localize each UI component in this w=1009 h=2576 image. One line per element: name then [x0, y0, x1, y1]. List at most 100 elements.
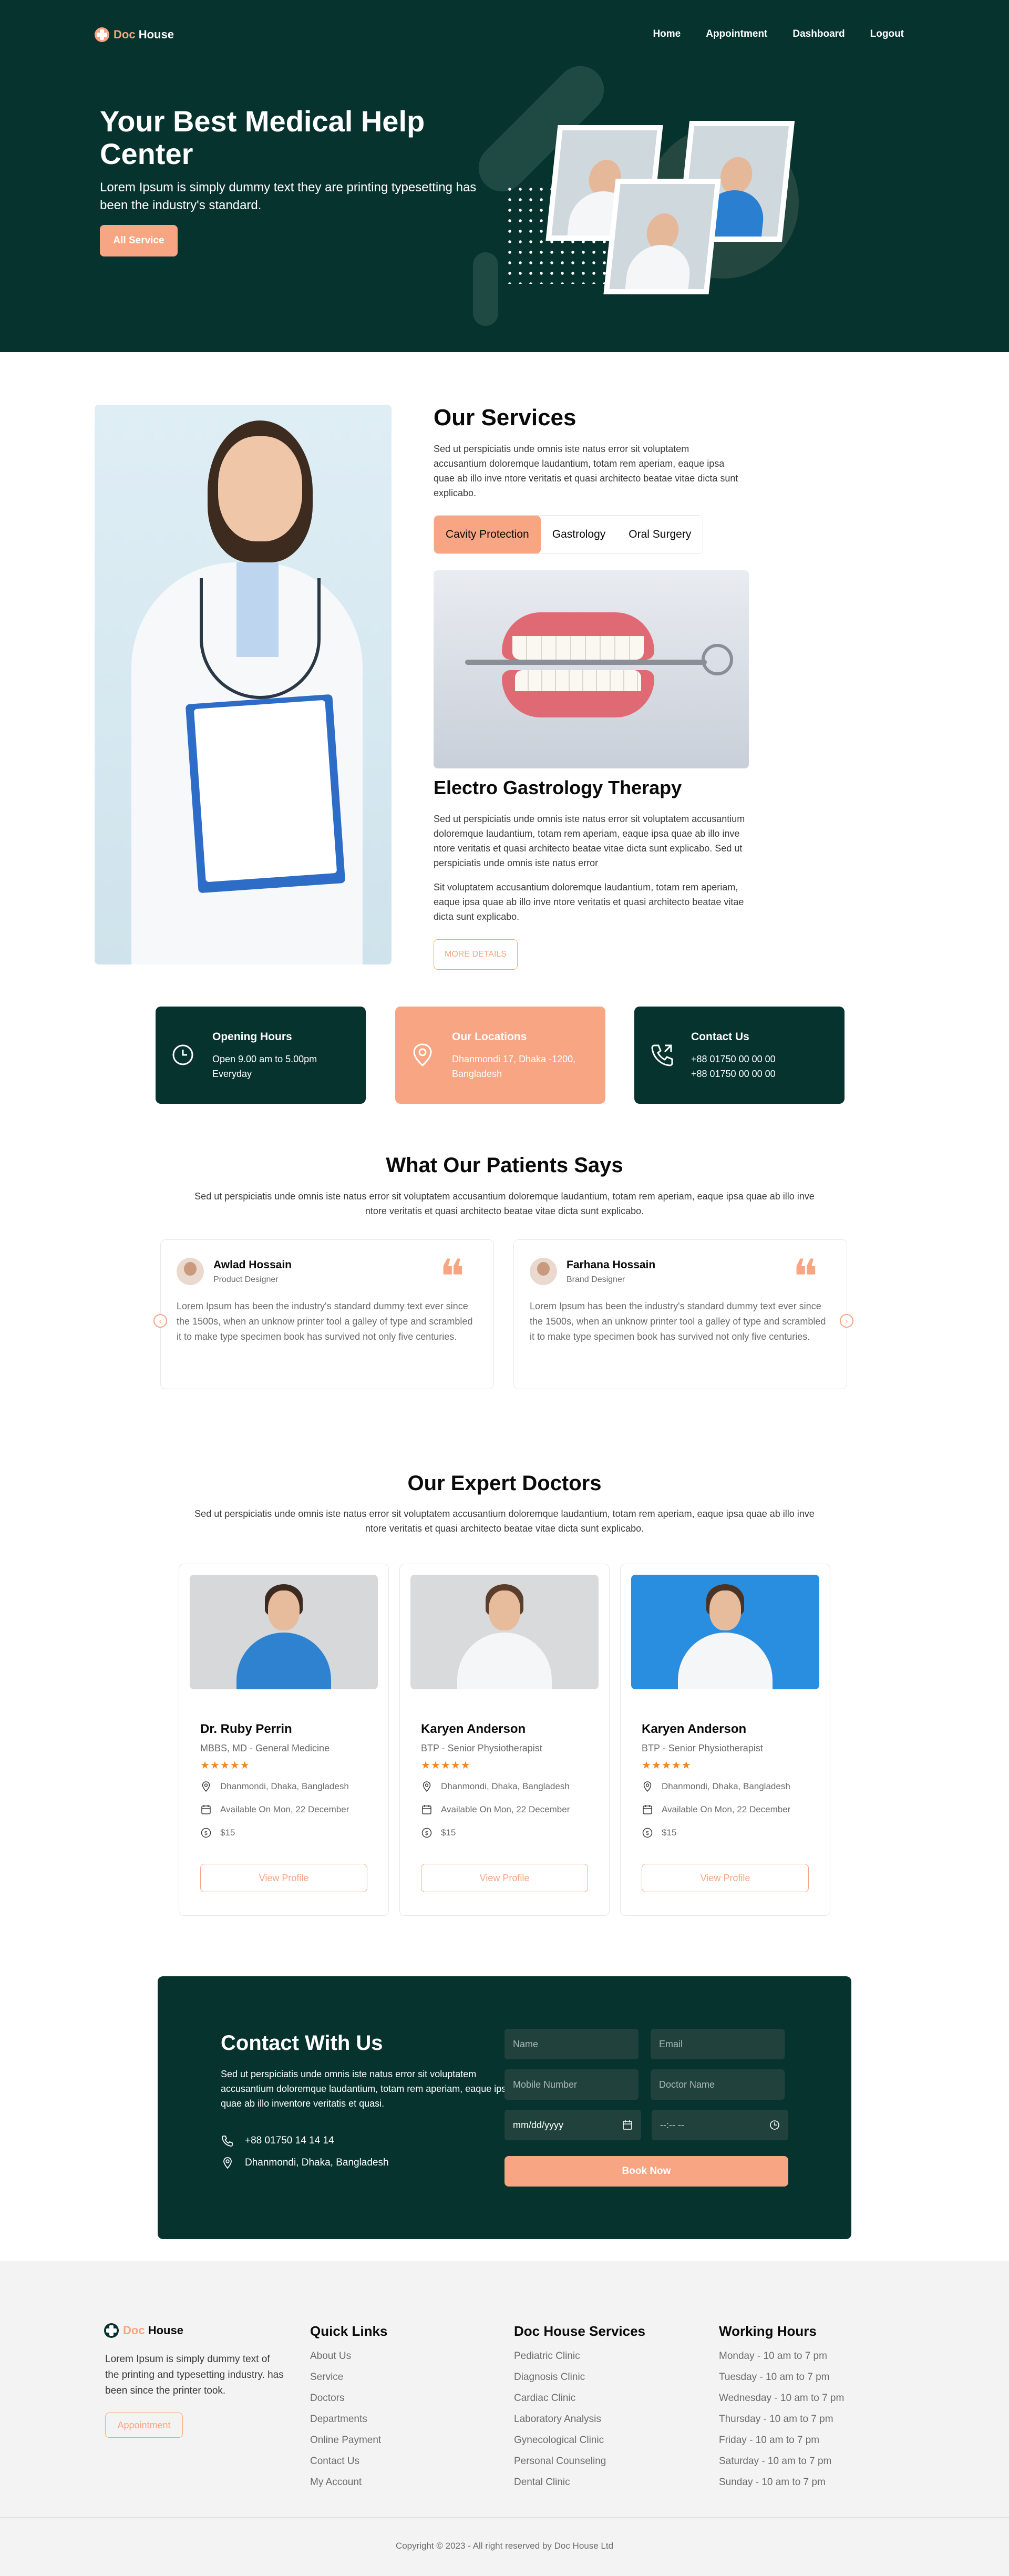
doctor-location: Dhanmondi, Dhaka, Bangladesh	[200, 1781, 379, 1792]
nav-dashboard[interactable]: Dashboard	[792, 28, 845, 40]
view-profile-button[interactable]: View Profile	[421, 1864, 588, 1892]
footer-service-link[interactable]: Laboratory Analysis	[514, 2409, 645, 2430]
availability-text: Available On Mon, 22 December	[662, 1804, 791, 1814]
doctor-location: Dhanmondi, Dhaka, Bangladesh	[421, 1781, 600, 1792]
logo-accent-text: House	[148, 2324, 183, 2337]
avatar	[177, 1258, 204, 1285]
calendar-icon[interactable]	[622, 2120, 633, 2130]
appointment-button[interactable]: Appointment	[105, 2413, 183, 2438]
doctor-photo	[410, 1575, 599, 1689]
footer-logo[interactable]: Doc House	[104, 2323, 183, 2338]
date-input[interactable]: mm/dd/yyyy	[504, 2110, 641, 2140]
rating-stars-icon: ★★★★★	[200, 1760, 250, 1771]
card-title: Contact Us	[691, 1031, 749, 1043]
column-title: Doc House Services	[514, 2323, 646, 2339]
hero-title: Your Best Medical Help Center	[100, 105, 425, 170]
svg-text:$: $	[204, 1830, 208, 1836]
doctor-name-input[interactable]	[651, 2069, 785, 2100]
footer-description: Lorem Ipsum is simply dummy text of the …	[105, 2354, 284, 2396]
hours-item: Friday - 10 am to 7 pm	[719, 2435, 820, 2446]
contact-section: Contact With Us Sed ut perspiciatis unde…	[158, 1976, 851, 2239]
footer-link-account[interactable]: My Account	[310, 2472, 387, 2493]
nav-appointment[interactable]: Appointment	[706, 28, 767, 40]
footer-service-link[interactable]: Cardiac Clinic	[514, 2388, 645, 2409]
doctor-card: Karyen Anderson BTP - Senior Physiothera…	[620, 1564, 830, 1916]
doctor-card: Karyen Anderson BTP - Senior Physiothera…	[399, 1564, 610, 1916]
phone-icon	[651, 1044, 673, 1066]
logo-cross-icon	[95, 27, 109, 42]
availability-text: Available On Mon, 22 December	[441, 1804, 570, 1814]
doctor-title: MBBS, MD - General Medicine	[200, 1743, 330, 1753]
site-logo[interactable]: Doc House	[95, 27, 174, 42]
doctor-name: Karyen Anderson	[421, 1722, 526, 1736]
footer-link-doctors[interactable]: Doctors	[310, 2388, 387, 2409]
doctor-fee: $ $15	[642, 1827, 820, 1839]
contact-description: Sed ut perspiciatis unde omnis iste natu…	[221, 2069, 512, 2109]
name-input[interactable]	[504, 2029, 639, 2059]
mobile-number-input[interactable]	[504, 2069, 639, 2100]
location-pin-icon	[223, 2157, 232, 2169]
footer-service-link[interactable]: Dental Clinic	[514, 2472, 645, 2493]
card-text: Dhanmondi 17, Dhaka -1200, Bangladesh	[452, 1054, 576, 1079]
testimonial-card: Awlad Hossain Product Designer ❝ Lorem I…	[160, 1239, 494, 1389]
svg-text:$: $	[425, 1830, 429, 1836]
working-hours-column: Working Hours Monday - 10 am to 7 pm Tue…	[719, 2323, 844, 2493]
location-pin-icon	[202, 1781, 210, 1792]
footer-link-contact[interactable]: Contact Us	[310, 2451, 387, 2472]
more-details-button[interactable]: MORE DETAILS	[434, 939, 518, 970]
service-subtitle: Electro Gastrology Therapy	[434, 777, 682, 798]
card-text: +88 01750 00 00 00 +88 01750 00 00 00	[691, 1052, 833, 1081]
location-text: Dhanmondi, Dhaka, Bangladesh	[220, 1781, 349, 1791]
doctor-name: Dr. Ruby Perrin	[200, 1722, 292, 1736]
footer-service-link[interactable]: Personal Counseling	[514, 2451, 645, 2472]
clock-icon[interactable]	[769, 2120, 780, 2130]
avatar	[530, 1258, 557, 1285]
doctor-availability: Available On Mon, 22 December	[642, 1804, 820, 1815]
footer-link-online-payment[interactable]: Online Payment	[310, 2430, 387, 2451]
view-profile-button[interactable]: View Profile	[642, 1864, 809, 1892]
column-title: Working Hours	[719, 2323, 817, 2339]
quote-icon: ❝	[792, 1249, 818, 1305]
logo-accent-text: House	[138, 28, 174, 41]
book-now-button[interactable]: Book Now	[504, 2156, 788, 2187]
service-paragraph: Sed ut perspiciatis unde omnis iste natu…	[434, 814, 745, 868]
testimonial-text: Lorem Ipsum has been the industry's stan…	[530, 1301, 826, 1342]
date-value: mm/dd/yyyy	[513, 2119, 564, 2130]
next-arrow-icon[interactable]: ›	[840, 1314, 853, 1328]
card-title: Our Locations	[452, 1031, 527, 1043]
all-service-button[interactable]: All Service	[100, 225, 178, 256]
doctor-photo	[631, 1575, 819, 1689]
nav-logout[interactable]: Logout	[870, 28, 904, 40]
tab-gastrology[interactable]: Gastrology	[540, 516, 617, 553]
time-input[interactable]: --:-- --	[652, 2110, 788, 2140]
testimonial-card: Farhana Hossain Brand Designer ❝ Lorem I…	[513, 1239, 847, 1389]
email-input[interactable]	[651, 2029, 785, 2059]
footer-service-link[interactable]: Diagnosis Clinic	[514, 2367, 645, 2388]
footer-link-departments[interactable]: Departments	[310, 2409, 387, 2430]
doctor-title: BTP - Senior Physiotherapist	[421, 1743, 542, 1753]
footer-link-about[interactable]: About Us	[310, 2346, 387, 2367]
hours-item: Saturday - 10 am to 7 pm	[719, 2456, 832, 2467]
calendar-icon	[201, 1805, 211, 1814]
doctor-card: Dr. Ruby Perrin MBBS, MD - General Medic…	[179, 1564, 389, 1916]
footer-service-link[interactable]: Gynecological Clinic	[514, 2430, 645, 2451]
testimonial-text: Lorem Ipsum has been the industry's stan…	[177, 1301, 473, 1342]
contact-address-text: Dhanmondi, Dhaka, Bangladesh	[245, 2157, 389, 2168]
prev-arrow-icon[interactable]: ‹	[153, 1314, 167, 1328]
footer-link-service[interactable]: Service	[310, 2367, 387, 2388]
tab-oral-surgery[interactable]: Oral Surgery	[617, 516, 703, 553]
testimonials-title: What Our Patients Says	[386, 1154, 623, 1177]
time-value: --:-- --	[660, 2119, 684, 2130]
footer-service-link[interactable]: Pediatric Clinic	[514, 2346, 645, 2367]
location-pin-icon	[643, 1781, 652, 1792]
location-pin-icon	[413, 1043, 432, 1066]
contact-address: Dhanmondi, Dhaka, Bangladesh	[221, 2156, 389, 2170]
view-profile-button[interactable]: View Profile	[200, 1864, 367, 1892]
contact-title: Contact With Us	[221, 2031, 383, 2055]
doctor-title: BTP - Senior Physiotherapist	[642, 1743, 763, 1753]
hours-item: Sunday - 10 am to 7 pm	[719, 2477, 826, 2488]
nav-home[interactable]: Home	[653, 28, 681, 40]
service-paragraph: Sit voluptatem accusantium doloremque la…	[434, 882, 744, 922]
services-column: Doc House Services Pediatric Clinic Diag…	[514, 2323, 645, 2493]
tab-cavity-protection[interactable]: Cavity Protection	[434, 516, 541, 553]
